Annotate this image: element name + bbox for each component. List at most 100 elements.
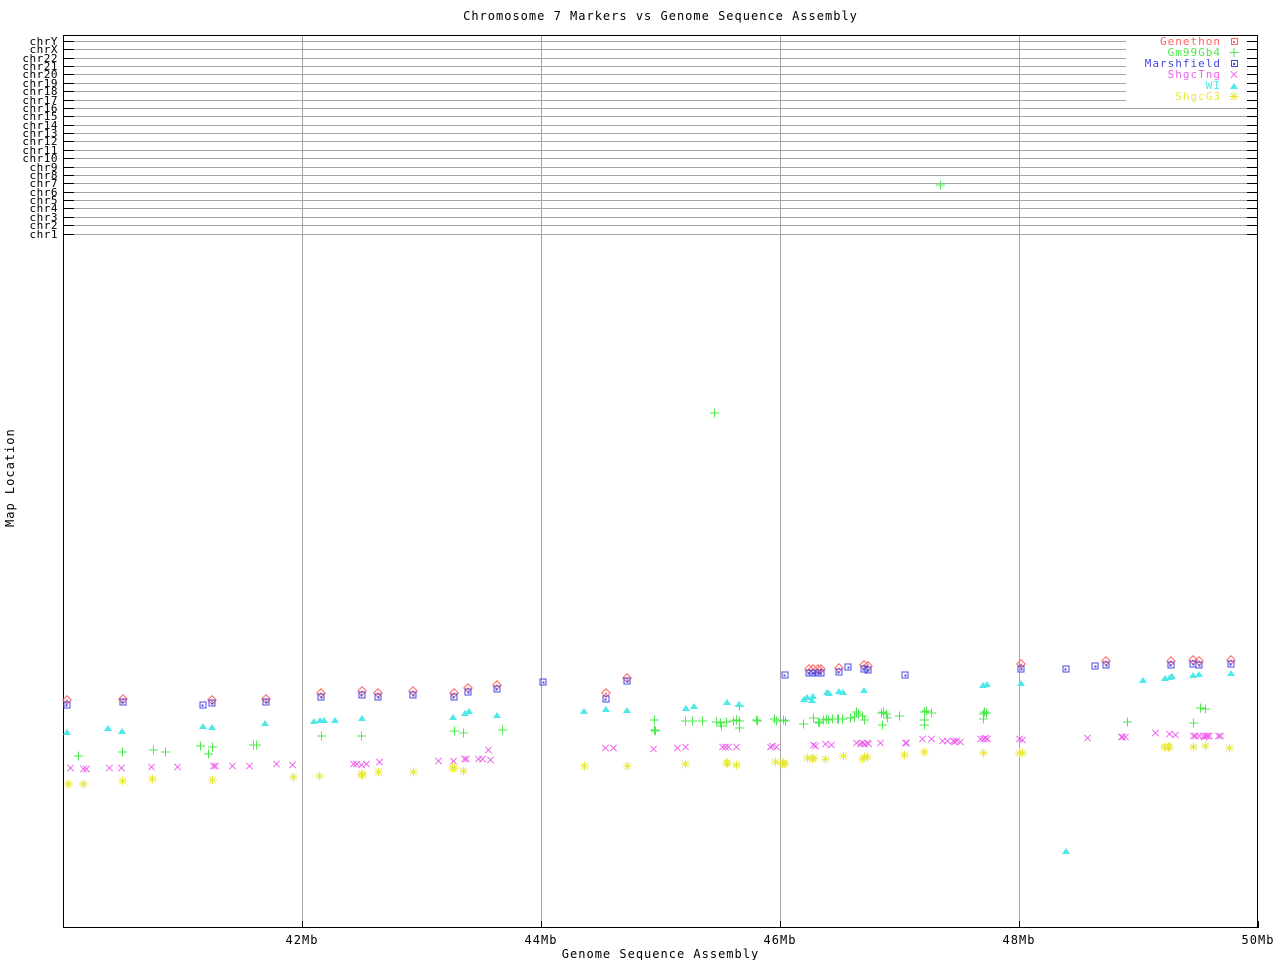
data-point-shgctng xyxy=(245,762,254,771)
marker-bar xyxy=(878,724,888,726)
data-point-shgcg3 xyxy=(838,751,848,761)
data-point-shgctng xyxy=(484,746,493,755)
data-point-marshfield xyxy=(63,701,71,709)
data-point-shgcg3 xyxy=(1018,748,1028,758)
marker-bar xyxy=(498,729,508,731)
x-axis-label: Genome Sequence Assembly xyxy=(561,947,760,960)
chromosome-line xyxy=(63,74,1258,76)
marker-bar xyxy=(895,715,904,717)
marker-bar xyxy=(207,746,217,748)
data-point-shgctng xyxy=(827,741,836,750)
data-point-gm99gb4 xyxy=(697,716,707,726)
data-point-marshfield xyxy=(539,678,547,686)
data-point-marshfield xyxy=(817,669,825,677)
legend-marker-cell xyxy=(1221,48,1247,57)
genethon-diamond-icon xyxy=(1230,38,1238,45)
y-tick-mark xyxy=(1247,49,1257,51)
y-tick-mark xyxy=(64,66,74,68)
data-point-marshfield xyxy=(119,698,127,706)
marker-bar xyxy=(734,720,744,722)
data-point-shgctng xyxy=(117,764,126,773)
wi-triangle-icon xyxy=(1230,82,1238,89)
data-point-gm99gb4 xyxy=(752,716,762,726)
data-point-gm99gb4 xyxy=(74,751,84,761)
data-point-shgctng xyxy=(228,762,237,771)
x-tick-label: 44Mb xyxy=(524,933,558,947)
chromosome-line xyxy=(63,41,1258,42)
x-tick-mark xyxy=(780,921,781,928)
data-point-shgctng xyxy=(82,765,91,774)
chromosome-line xyxy=(63,133,1258,135)
data-point-wi xyxy=(208,724,217,730)
x-gridline xyxy=(302,35,303,928)
y-tick-mark xyxy=(64,216,74,218)
chromosome-line xyxy=(63,124,1258,126)
chart-canvas: Chromosome 7 Markers vs Genome Sequence … xyxy=(0,0,1280,960)
y-tick-mark xyxy=(64,57,74,59)
marker-bar xyxy=(927,712,937,714)
data-point-shgctng xyxy=(1121,733,1130,742)
data-point-marshfield xyxy=(1017,665,1025,673)
marker-bar xyxy=(734,727,744,729)
y-tick-mark xyxy=(64,166,74,168)
marker-bar xyxy=(1188,722,1198,724)
data-point-gm99gb4 xyxy=(895,711,904,721)
data-point-shgctng xyxy=(1216,732,1225,741)
chromosome-line xyxy=(63,141,1258,143)
y-tick-mark xyxy=(1247,99,1257,101)
data-point-shgcg3 xyxy=(780,759,790,769)
data-point-marshfield xyxy=(358,691,366,699)
data-point-shgcg3 xyxy=(579,761,589,771)
data-point-shgctng xyxy=(288,761,297,770)
data-point-gm99gb4 xyxy=(709,408,719,418)
legend-item-shgctng: ShgcTng xyxy=(1126,68,1247,81)
legend: Genethon Gm99Gb4 Marshfield ShgcTng WI ShgcG3 xyxy=(1126,35,1247,103)
data-point-gm99gb4 xyxy=(149,745,159,755)
data-point-marshfield xyxy=(835,668,843,676)
data-point-gm99gb4 xyxy=(1123,717,1133,727)
data-point-shgctng xyxy=(486,756,495,765)
data-point-wi xyxy=(1167,673,1176,679)
data-point-marshfield xyxy=(464,688,472,696)
data-point-shgctng xyxy=(956,738,965,747)
marker-bar xyxy=(1123,721,1133,723)
data-point-shgcg3 xyxy=(808,753,818,763)
data-point-shgcg3 xyxy=(820,754,830,764)
y-axis-label: Map Location xyxy=(3,428,17,528)
marker-bar xyxy=(697,720,707,722)
chromosome-line xyxy=(63,107,1258,109)
data-point-gm99gb4 xyxy=(860,715,870,725)
y-tick-mark xyxy=(1247,116,1257,118)
data-point-shgctng xyxy=(173,763,182,772)
y-tick-mark xyxy=(64,74,74,76)
y-tick-mark xyxy=(1247,41,1257,42)
data-point-marshfield xyxy=(317,693,325,701)
data-point-gm99gb4 xyxy=(161,747,171,757)
data-point-shgctng xyxy=(1171,731,1180,740)
chromosome-line xyxy=(63,225,1258,227)
chromosome-line xyxy=(63,233,1258,235)
data-point-gm99gb4 xyxy=(252,740,262,750)
data-point-gm99gb4 xyxy=(207,742,217,752)
x-tick-mark xyxy=(302,921,303,928)
data-point-wi xyxy=(331,717,340,723)
legend-marker-cell xyxy=(1221,60,1247,67)
data-point-shgcg3 xyxy=(732,760,742,770)
marker-bar xyxy=(978,718,988,720)
data-point-wi xyxy=(465,708,474,714)
y-tick-mark xyxy=(1247,166,1257,168)
data-point-shgctng xyxy=(864,740,873,749)
legend-marker-cell xyxy=(1221,38,1247,45)
marker-bar xyxy=(252,744,262,746)
chromosome-line xyxy=(63,183,1258,185)
y-tick-mark xyxy=(1247,191,1257,193)
data-point-wi xyxy=(809,693,818,699)
data-point-wi xyxy=(982,681,991,687)
data-point-wi xyxy=(689,703,698,709)
data-point-gm99gb4 xyxy=(1200,704,1210,714)
x-tick-label: 42Mb xyxy=(285,933,319,947)
data-point-gm99gb4 xyxy=(458,728,468,738)
marker-bar xyxy=(651,730,661,732)
data-point-gm99gb4 xyxy=(799,719,809,729)
data-point-marshfield xyxy=(1062,665,1070,673)
